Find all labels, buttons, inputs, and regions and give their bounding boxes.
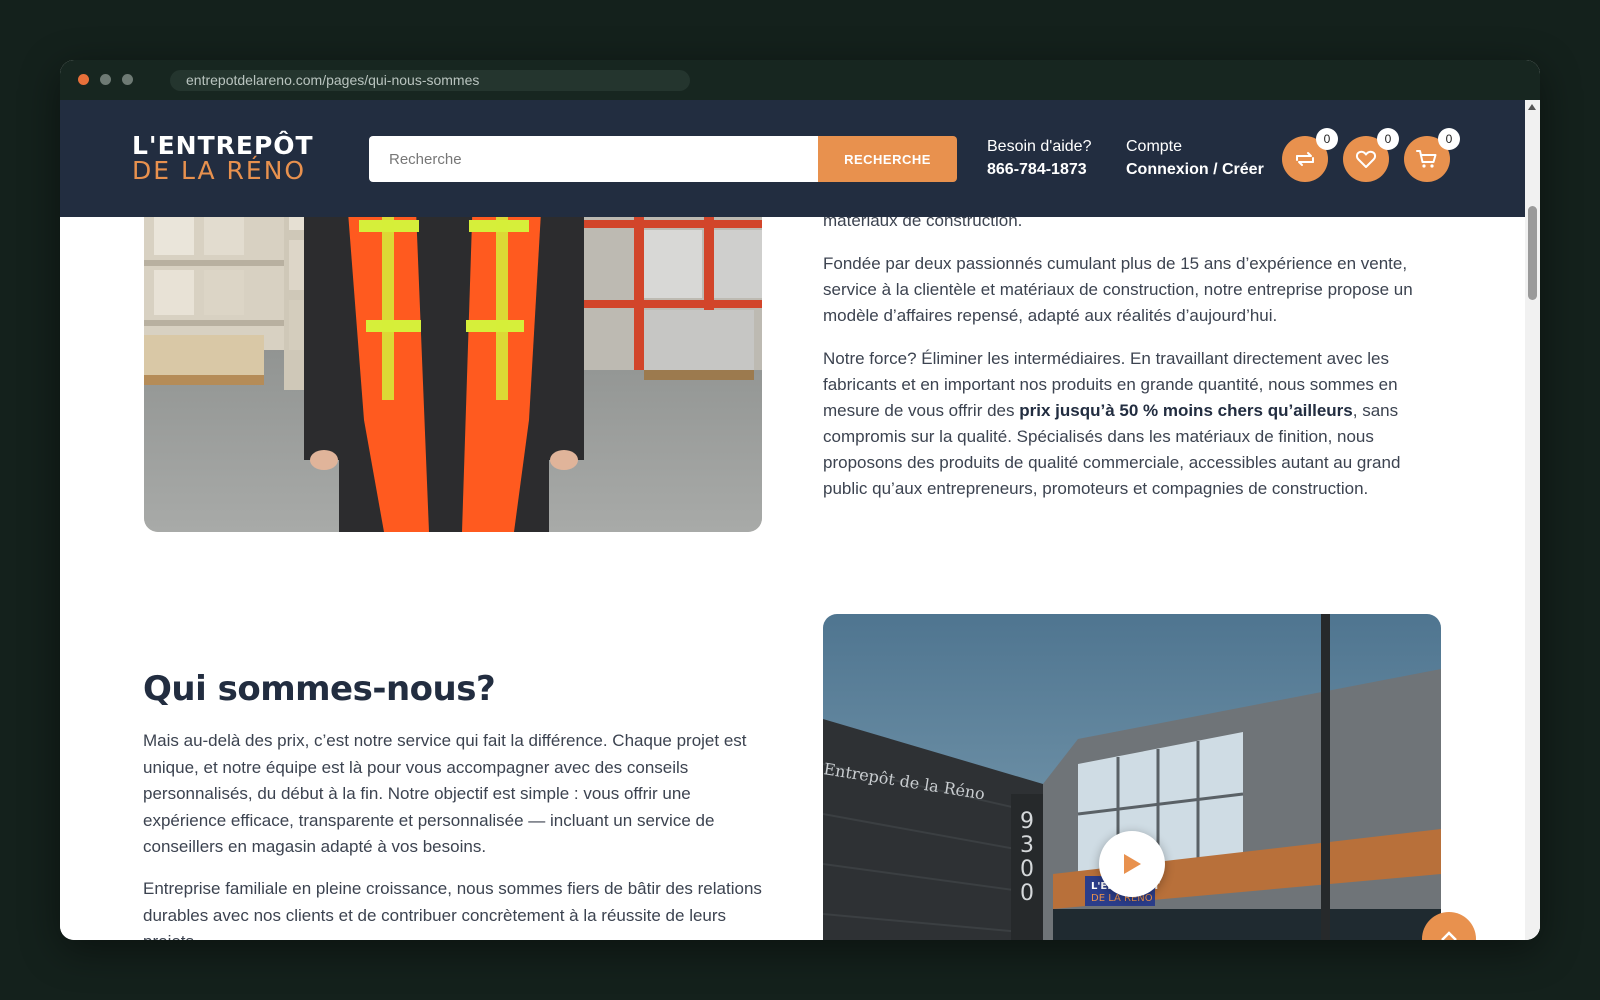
street-number-digit: 9 (1020, 809, 1034, 834)
address-bar[interactable]: entrepotdelareno.com/pages/qui-nous-somm… (170, 70, 690, 91)
close-window-button[interactable] (78, 74, 89, 85)
logo-line-1: L'ENTREPÔT (132, 131, 314, 160)
browser-window: entrepotdelareno.com/pages/qui-nous-somm… (60, 60, 1540, 940)
help-contact[interactable]: Besoin d'aide? 866-784-1873 (987, 136, 1091, 182)
about-paragraph-1-text: Fondée par deux passionnés cumulant plus… (823, 254, 1413, 325)
help-phone[interactable]: 866-784-1873 (987, 158, 1091, 182)
logo-line-2: DE LA RÉNO (132, 156, 307, 185)
help-label: Besoin d'aide? (987, 138, 1092, 155)
search-input[interactable] (369, 136, 819, 182)
account-label: Compte (1126, 138, 1183, 155)
cart-count-badge: 0 (1438, 128, 1460, 150)
street-number-digit: 0 (1020, 881, 1034, 906)
section-title: Qui sommes-nous? (143, 669, 496, 709)
scrollbar-thumb[interactable] (1528, 206, 1537, 300)
page-scrollbar[interactable] (1525, 100, 1540, 940)
who-paragraph-2-text: Entreprise familiale en pleine croissanc… (143, 879, 762, 940)
play-video-button[interactable] (1099, 831, 1165, 897)
search-button[interactable]: RECHERCHE (818, 136, 957, 182)
street-number-digit: 0 (1020, 857, 1034, 882)
site-header: L'ENTREPÔT DE LA RÉNO RECHERCHE Besoin d… (60, 100, 1525, 217)
browser-titlebar: entrepotdelareno.com/pages/qui-nous-somm… (60, 60, 1540, 100)
who-paragraph-1-text: Mais au-delà des prix, c’est notre servi… (143, 731, 747, 856)
about-paragraph-2: Notre force? Éliminer les intermédiaires… (823, 346, 1443, 502)
who-paragraph-1: Mais au-delà des prix, c’est notre servi… (143, 728, 763, 861)
site-logo[interactable]: L'ENTREPÔT DE LA RÉNO (132, 131, 342, 185)
chevron-up-icon (1441, 931, 1457, 940)
wishlist-button[interactable]: 0 (1343, 128, 1399, 182)
page-viewport: matériaux de construction. Fondée par de… (60, 100, 1540, 940)
wishlist-count-badge: 0 (1377, 128, 1399, 150)
street-number-digit: 3 (1020, 833, 1034, 858)
account-menu[interactable]: Compte Connexion / Créer (1126, 136, 1264, 182)
compare-arrows-icon (1296, 152, 1314, 166)
compare-button[interactable]: 0 (1282, 128, 1338, 182)
about-paragraph-1: Fondée par deux passionnés cumulant plus… (823, 251, 1443, 329)
play-icon (1124, 854, 1141, 874)
about-paragraph-2-text: Notre force? Éliminer les intermédiaires… (823, 346, 1443, 502)
cart-button[interactable]: 0 (1404, 128, 1460, 182)
maximize-window-button[interactable] (122, 74, 133, 85)
cart-icon (1416, 150, 1437, 168)
who-paragraph-2: Entreprise familiale en pleine croissanc… (143, 876, 763, 940)
scroll-up-arrow-icon[interactable] (1528, 104, 1536, 110)
login-create-link[interactable]: Connexion / Créer (1126, 158, 1264, 182)
price-highlight: prix jusqu’à 50 % moins chers qu’ailleur… (1019, 401, 1353, 420)
compare-count-badge: 0 (1316, 128, 1338, 150)
heart-icon (1355, 150, 1377, 168)
minimize-window-button[interactable] (100, 74, 111, 85)
